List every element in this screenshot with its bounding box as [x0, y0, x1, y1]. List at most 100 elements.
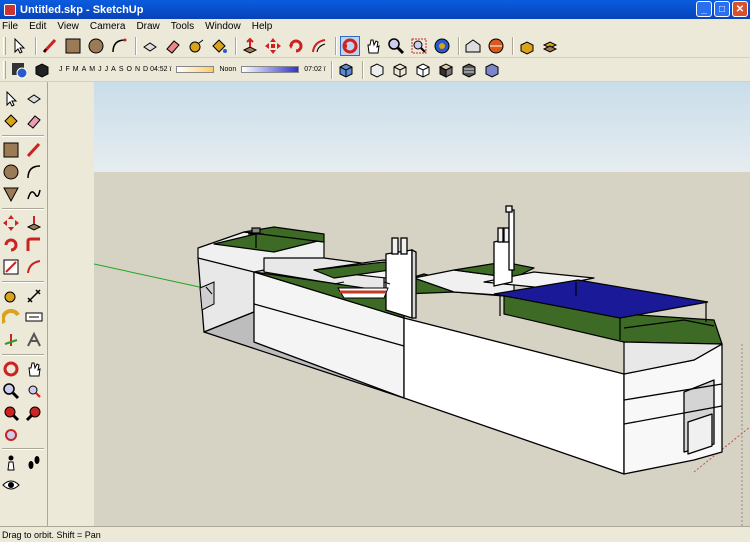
select-tool-button[interactable] — [9, 36, 29, 56]
sky — [94, 82, 750, 172]
polygon-tool[interactable] — [1, 184, 21, 204]
menu-camera[interactable]: Camera — [90, 21, 126, 32]
push-pull-icon — [242, 37, 258, 54]
protractor-tool[interactable] — [1, 308, 21, 328]
walk-tool[interactable] — [24, 453, 44, 473]
axes-tool[interactable] — [1, 330, 21, 350]
google-earth-button[interactable] — [486, 36, 506, 56]
minimize-button[interactable]: _ — [696, 1, 712, 17]
follow-me-tool[interactable] — [24, 235, 44, 255]
3d-text-icon — [27, 331, 41, 347]
orbit-tool[interactable] — [1, 359, 21, 379]
sandbox-tool-button[interactable] — [517, 36, 537, 56]
palette-gutter — [48, 82, 94, 526]
zoom-extents-icon — [434, 38, 450, 53]
arc-tool-button[interactable] — [109, 36, 129, 56]
zoom-extents-tool[interactable] — [1, 425, 21, 445]
menu-view[interactable]: View — [57, 21, 79, 32]
month-label: S — [118, 66, 124, 73]
circle-tool[interactable] — [1, 162, 21, 182]
menu-tools[interactable]: Tools — [171, 21, 194, 32]
monochrome-button[interactable] — [482, 60, 502, 80]
paint-tool[interactable] — [1, 111, 21, 131]
offset-tool-button[interactable] — [309, 36, 329, 56]
push-pull-button[interactable] — [240, 36, 260, 56]
shadow-settings-button[interactable] — [9, 60, 29, 80]
component-browser-button[interactable] — [540, 36, 560, 56]
main-toolbar — [0, 34, 750, 58]
xray-button[interactable] — [367, 60, 387, 80]
rotate-tool-button[interactable] — [286, 36, 306, 56]
3d-text-tool[interactable] — [24, 330, 44, 350]
line-tool[interactable] — [24, 140, 44, 160]
rectangle-tool-button[interactable] — [63, 36, 83, 56]
shaded-texture-button[interactable] — [459, 60, 479, 80]
dimension-tool[interactable] — [24, 286, 44, 306]
pan-tool-button[interactable] — [363, 36, 383, 56]
menu-draw[interactable]: Draw — [136, 21, 159, 32]
zoom-extents-button[interactable] — [432, 36, 452, 56]
eraser-tool[interactable] — [24, 111, 44, 131]
zoom-tool-button[interactable] — [386, 36, 406, 56]
rotate-tool[interactable] — [1, 235, 21, 255]
zoom-window-tool[interactable] — [24, 381, 44, 401]
ship-model-scene[interactable] — [94, 82, 750, 526]
toolbar-grip[interactable] — [3, 36, 6, 55]
shadow-start-time: 04:52 ï — [150, 66, 172, 73]
freehand-tool[interactable] — [24, 184, 44, 204]
line-tool-button[interactable] — [40, 36, 60, 56]
component-tool[interactable] — [24, 89, 44, 109]
zoom-window-button[interactable] — [409, 36, 429, 56]
next-view-tool[interactable] — [24, 403, 44, 423]
maximize-button[interactable]: □ — [714, 1, 730, 17]
menu-window[interactable]: Window — [205, 21, 241, 32]
scale-tool[interactable] — [1, 257, 21, 277]
tool-separator — [2, 135, 44, 137]
make-component-button[interactable] — [140, 36, 160, 56]
toolbar-grip[interactable] — [3, 60, 6, 79]
tape-measure-tool[interactable] — [1, 286, 21, 306]
eraser-tool-button[interactable] — [163, 36, 183, 56]
zoom-tool[interactable] — [1, 381, 21, 401]
previous-view-tool[interactable] — [1, 403, 21, 423]
close-button[interactable]: ✕ — [732, 1, 748, 17]
select-tool[interactable] — [1, 89, 21, 109]
tool-separator — [2, 448, 44, 450]
display-shadows-button[interactable] — [32, 60, 52, 80]
tape-measure-button[interactable] — [186, 36, 206, 56]
paint-bucket-button[interactable] — [209, 36, 229, 56]
move-tool[interactable] — [1, 213, 21, 233]
circle-icon — [88, 38, 104, 53]
wireframe-button[interactable] — [390, 60, 410, 80]
time-slider-morning[interactable] — [176, 66, 215, 73]
arc-tool[interactable] — [24, 162, 44, 182]
toolbar-separator — [458, 36, 460, 55]
look-around-tool[interactable] — [1, 475, 21, 495]
push-pull-tool[interactable] — [24, 213, 44, 233]
push-pull-icon — [26, 216, 42, 231]
menu-help[interactable]: Help — [252, 21, 273, 32]
zoom-extents-icon — [5, 429, 17, 441]
offset-tool[interactable] — [24, 257, 44, 277]
pan-tool[interactable] — [24, 359, 44, 379]
freehand-icon — [27, 189, 41, 200]
hidden-line-button[interactable] — [413, 60, 433, 80]
menu-file[interactable]: File — [2, 21, 18, 32]
person-icon — [7, 455, 15, 471]
toolbar-separator — [512, 36, 514, 55]
shaded-button[interactable] — [436, 60, 456, 80]
status-text: Drag to orbit. Shift = Pan — [2, 529, 101, 540]
move-tool-button[interactable] — [263, 36, 283, 56]
model-viewport[interactable] — [94, 82, 750, 526]
time-slider-afternoon[interactable] — [241, 66, 300, 73]
month-slider-labels[interactable]: J F M A M J J A S O N D — [59, 66, 148, 73]
text-tool[interactable] — [24, 308, 44, 328]
rectangle-icon — [65, 38, 81, 53]
iso-view-button[interactable] — [336, 60, 356, 80]
get-models-button[interactable] — [463, 36, 483, 56]
rectangle-tool[interactable] — [1, 140, 21, 160]
menu-edit[interactable]: Edit — [29, 21, 46, 32]
orbit-tool-button[interactable] — [340, 35, 360, 56]
position-camera-tool[interactable] — [1, 453, 21, 473]
circle-tool-button[interactable] — [86, 36, 106, 56]
